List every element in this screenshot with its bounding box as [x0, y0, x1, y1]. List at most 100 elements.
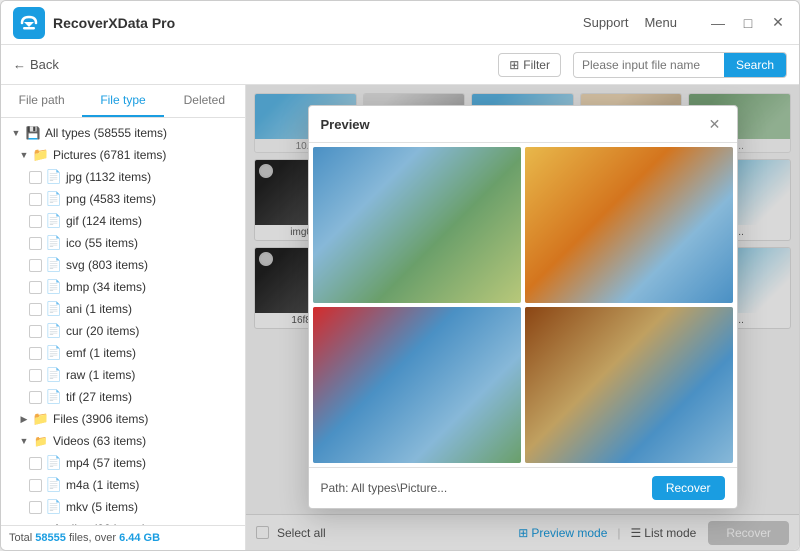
status-middle: files, over: [69, 532, 119, 544]
drive-icon: 💾: [25, 125, 41, 141]
back-label: Back: [30, 57, 59, 72]
preview-title: Preview: [321, 117, 705, 132]
status-file-size: 6.44 GB: [119, 532, 160, 544]
tree-label-emf: emf (1 items): [66, 346, 136, 360]
preview-dialog: Preview ✕ Path: All types\Picture... Rec…: [308, 105, 738, 509]
tree-label-ani: ani (1 items): [66, 302, 132, 316]
toggle-icon: ▼: [17, 434, 31, 448]
back-button[interactable]: ← Back: [13, 57, 59, 72]
tree-item-all-types[interactable]: ▼ 💾 All types (58555 items): [1, 122, 245, 144]
search-button[interactable]: Search: [724, 53, 786, 77]
folder-yellow-icon: 📄: [46, 213, 62, 229]
tree-item-png[interactable]: 📄 png (4583 items): [1, 188, 245, 210]
tree-item-m4a[interactable]: 📄 m4a (1 items): [1, 474, 245, 496]
tree-item-emf[interactable]: 📄 emf (1 items): [1, 342, 245, 364]
tree-label-jpg: jpg (1132 items): [66, 170, 151, 184]
tab-file-type[interactable]: File type: [82, 85, 163, 117]
preview-images: [309, 143, 737, 467]
folder-yellow-icon: 📄: [46, 257, 62, 273]
filter-icon: ⊞: [509, 58, 519, 72]
preview-footer: Path: All types\Picture... Recover: [309, 467, 737, 508]
tree-item-videos[interactable]: ▼ 📁 Videos (63 items): [1, 430, 245, 452]
tree-item-ico[interactable]: 📄 ico (55 items): [1, 232, 245, 254]
preview-header: Preview ✕: [309, 106, 737, 143]
search-input[interactable]: [574, 54, 724, 76]
checkbox-png[interactable]: [29, 193, 42, 206]
tab-deleted[interactable]: Deleted: [164, 85, 245, 117]
tree-item-gif[interactable]: 📄 gif (124 items): [1, 210, 245, 232]
tree-label-videos: Videos (63 items): [53, 434, 146, 448]
menu-link[interactable]: Menu: [644, 15, 677, 30]
folder-yellow-icon: 📄: [46, 169, 62, 185]
content-area: 10... ... ... 3.jpg ...: [246, 85, 799, 550]
preview-path: Path: All types\Picture...: [321, 481, 652, 495]
folder-yellow-icon: 📄: [46, 323, 62, 339]
folder-yellow-icon: 📄: [46, 389, 62, 405]
main-content: File path File type Deleted ▼ 💾 All type…: [1, 85, 799, 550]
tree-item-mkv[interactable]: 📄 mkv (5 items): [1, 496, 245, 518]
folder-yellow-icon: 📄: [46, 301, 62, 317]
tree-item-mp4[interactable]: 📄 mp4 (57 items): [1, 452, 245, 474]
tree-label-tif: tif (27 items): [66, 390, 132, 404]
sidebar-tree: ▼ 💾 All types (58555 items) ▼ 📁 Pictures…: [1, 118, 245, 525]
tree-label-mkv: mkv (5 items): [66, 500, 138, 514]
tree-item-cur[interactable]: 📄 cur (20 items): [1, 320, 245, 342]
tree-label-bmp: bmp (34 items): [66, 280, 146, 294]
back-arrow-icon: ←: [13, 57, 26, 72]
checkbox-svg[interactable]: [29, 259, 42, 272]
tree-item-bmp[interactable]: 📄 bmp (34 items): [1, 276, 245, 298]
tree-label-svg: svg (803 items): [66, 258, 148, 272]
checkbox-ani[interactable]: [29, 303, 42, 316]
app-logo: [13, 7, 45, 39]
checkbox-m4a[interactable]: [29, 479, 42, 492]
tree-item-audios[interactable]: ▶ 📁 Audios (66 items): [1, 518, 245, 525]
folder-yellow-icon: 📁: [33, 411, 49, 427]
preview-image-3: [313, 307, 521, 463]
checkbox-ico[interactable]: [29, 237, 42, 250]
tree-label-png: png (4583 items): [66, 192, 156, 206]
checkbox-gif[interactable]: [29, 215, 42, 228]
filter-button[interactable]: ⊞ Filter: [498, 53, 561, 77]
folder-yellow-icon: 📄: [46, 499, 62, 515]
preview-recover-button[interactable]: Recover: [652, 476, 725, 500]
tree-item-jpg[interactable]: 📄 jpg (1132 items): [1, 166, 245, 188]
sidebar: File path File type Deleted ▼ 💾 All type…: [1, 85, 246, 550]
status-file-count: 58555: [35, 532, 66, 544]
toggle-icon: ▼: [17, 148, 31, 162]
preview-close-button[interactable]: ✕: [705, 114, 725, 134]
checkbox-raw[interactable]: [29, 369, 42, 382]
tree-item-raw[interactable]: 📄 raw (1 items): [1, 364, 245, 386]
preview-image-2: [525, 147, 733, 303]
tree-label-ico: ico (55 items): [66, 236, 138, 250]
tab-file-path[interactable]: File path: [1, 85, 82, 117]
close-button[interactable]: ✕: [769, 14, 787, 32]
status-prefix: Total: [9, 532, 35, 544]
checkbox-emf[interactable]: [29, 347, 42, 360]
maximize-button[interactable]: □: [739, 14, 757, 32]
checkbox-mkv[interactable]: [29, 501, 42, 514]
checkbox-jpg[interactable]: [29, 171, 42, 184]
tree-item-ani[interactable]: 📄 ani (1 items): [1, 298, 245, 320]
tree-label-files: Files (3906 items): [53, 412, 148, 426]
tree-item-files[interactable]: ▶ 📁 Files (3906 items): [1, 408, 245, 430]
checkbox-bmp[interactable]: [29, 281, 42, 294]
tree-item-tif[interactable]: 📄 tif (27 items): [1, 386, 245, 408]
search-wrapper: Search: [573, 52, 787, 78]
tree-label-mp4: mp4 (57 items): [66, 456, 146, 470]
checkbox-cur[interactable]: [29, 325, 42, 338]
folder-yellow-icon: 📄: [46, 367, 62, 383]
tree-item-svg[interactable]: 📄 svg (803 items): [1, 254, 245, 276]
preview-overlay: Preview ✕ Path: All types\Picture... Rec…: [246, 85, 799, 550]
title-bar-actions: Support Menu — □ ✕: [583, 14, 787, 32]
sidebar-status: Total 58555 files, over 6.44 GB: [1, 525, 245, 550]
tree-label-cur: cur (20 items): [66, 324, 139, 338]
tree-label-pictures: Pictures (6781 items): [53, 148, 166, 162]
tree-item-pictures[interactable]: ▼ 📁 Pictures (6781 items): [1, 144, 245, 166]
checkbox-mp4[interactable]: [29, 457, 42, 470]
support-link[interactable]: Support: [583, 15, 629, 30]
tree-label-gif: gif (124 items): [66, 214, 142, 228]
toggle-icon: ▶: [17, 412, 31, 426]
checkbox-tif[interactable]: [29, 391, 42, 404]
minimize-button[interactable]: —: [709, 14, 727, 32]
folder-yellow-icon: 📄: [46, 455, 62, 471]
